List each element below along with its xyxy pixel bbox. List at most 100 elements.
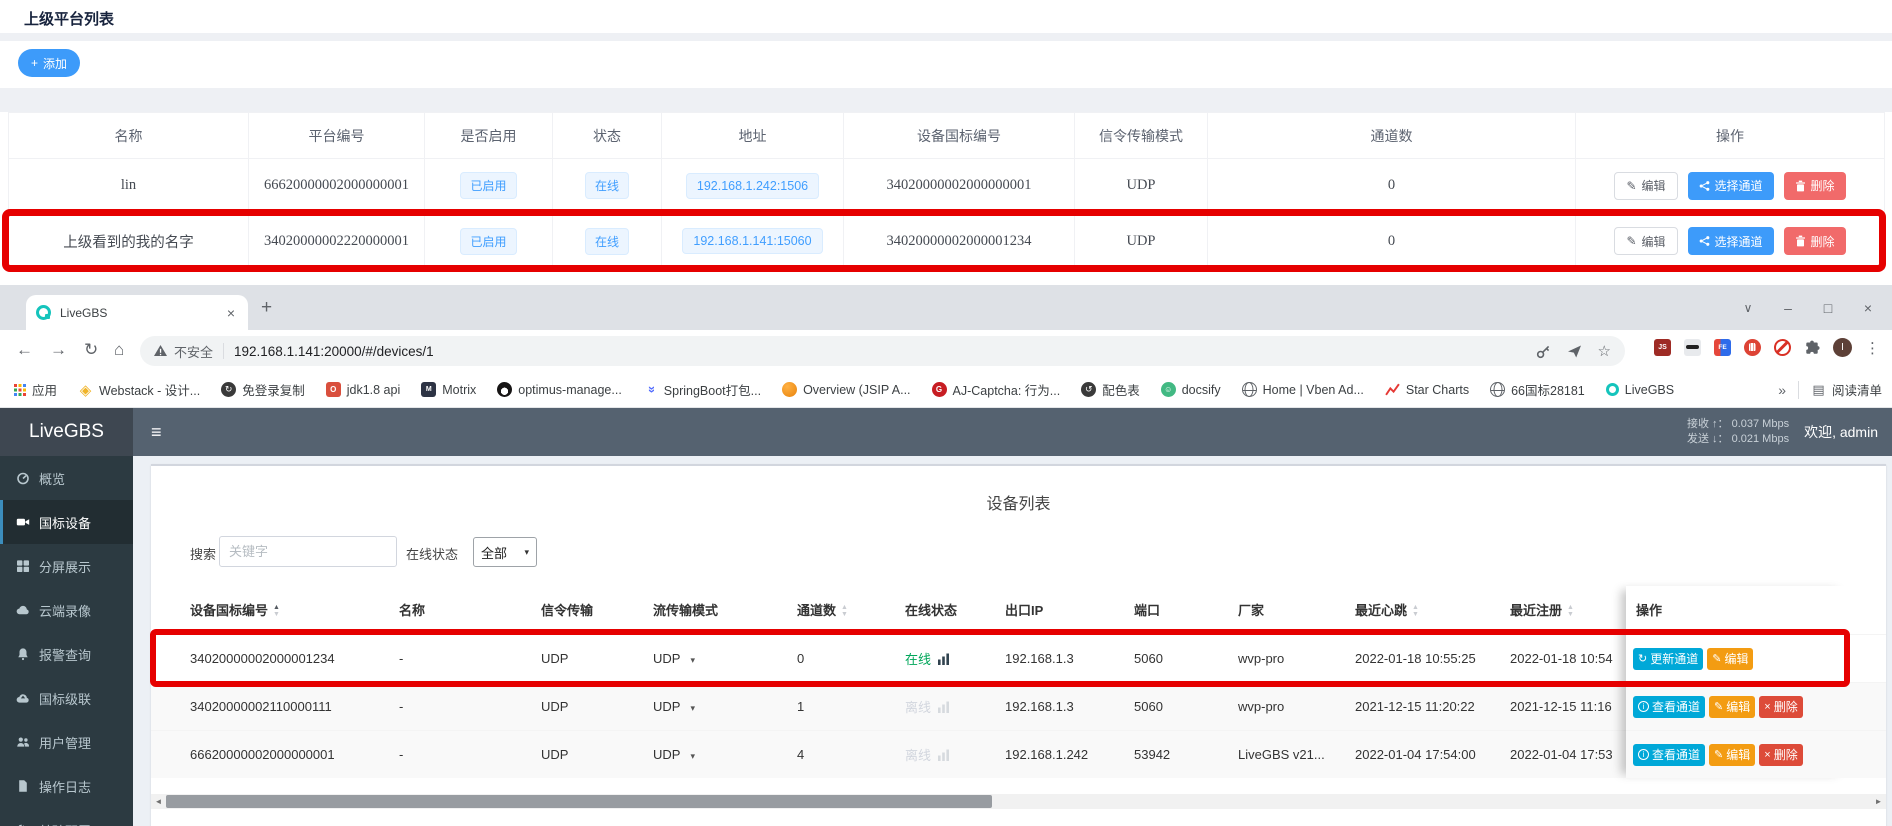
delete-device-button[interactable]: ×删除 bbox=[1759, 696, 1802, 718]
bookmark-jsip[interactable]: Overview (JSIP A... bbox=[782, 382, 910, 397]
bookmarks-right: » ▤阅读清单 bbox=[1768, 372, 1882, 407]
view-channels-button[interactable]: i查看通道 bbox=[1633, 696, 1705, 718]
update-channels-button[interactable]: ↻更新通道 bbox=[1633, 648, 1703, 670]
bookmark-github[interactable]: optimus-manage... bbox=[497, 382, 622, 397]
github-icon bbox=[497, 382, 512, 397]
online-status-select[interactable]: 全部 ▾ bbox=[473, 537, 537, 567]
select-channel-button[interactable]: 选择通道 bbox=[1688, 172, 1774, 200]
sort-down-icon: ▼ bbox=[273, 612, 280, 619]
edit-button[interactable]: ✎ 编辑 bbox=[1614, 227, 1677, 255]
sidebar-item-basic-config[interactable]: 基础配置 bbox=[0, 808, 133, 826]
add-platform-button[interactable]: + 添加 bbox=[18, 49, 80, 77]
col-actions: 操作 bbox=[1626, 586, 1850, 634]
close-icon: × bbox=[1764, 749, 1770, 761]
sidebar-item-alarm-query[interactable]: 报警查询 bbox=[0, 632, 133, 676]
globe-icon bbox=[1242, 382, 1257, 397]
bookmark-webstack[interactable]: ◈Webstack - 设计... bbox=[78, 380, 200, 399]
bell-icon bbox=[16, 647, 30, 661]
address-bar[interactable]: 不安全 192.168.1.141:20000/#/devices/1 ☆ bbox=[140, 336, 1625, 366]
col-heartbeat[interactable]: 最近心跳▲▼ bbox=[1347, 586, 1502, 634]
col-name: 名称 bbox=[9, 113, 249, 159]
bookmark-apps[interactable]: 应用 bbox=[14, 380, 57, 399]
welcome-user[interactable]: 欢迎, admin bbox=[1804, 422, 1878, 442]
chevron-down-icon: ▾ bbox=[524, 547, 529, 558]
bookmark-springboot[interactable]: «SpringBoot打包... bbox=[643, 380, 761, 399]
minimize-icon[interactable]: – bbox=[1768, 300, 1808, 316]
back-icon[interactable]: ← bbox=[16, 340, 33, 360]
sidebar-toggle-icon[interactable]: ≡ bbox=[151, 422, 162, 443]
home-icon[interactable]: ⌂ bbox=[114, 340, 124, 360]
reading-list-icon: ▤ bbox=[1811, 382, 1826, 397]
sidebar-item-user-management[interactable]: 用户管理 bbox=[0, 720, 133, 764]
sphere-icon bbox=[782, 382, 797, 397]
search-input[interactable] bbox=[219, 536, 397, 567]
delete-button[interactable]: 删除 bbox=[1784, 172, 1846, 200]
adblock-hand-extension-icon[interactable] bbox=[1744, 339, 1761, 356]
edit-device-button[interactable]: ✎编辑 bbox=[1709, 696, 1755, 718]
send-icon[interactable] bbox=[1567, 344, 1582, 358]
scroll-left-icon[interactable]: ◄ bbox=[151, 794, 166, 809]
stream-mode-dropdown[interactable]: UDP▾ bbox=[645, 634, 789, 682]
bookmark-palette[interactable]: ↺配色表 bbox=[1081, 380, 1140, 399]
col-gb-id[interactable]: 设备国标编号▲▼ bbox=[151, 586, 391, 634]
scroll-right-icon[interactable]: ► bbox=[1871, 794, 1886, 809]
bookmark-ajcaptcha[interactable]: GAJ-Captcha: 行为... bbox=[932, 380, 1061, 399]
bookmark-docsify[interactable]: ☺docsify bbox=[1161, 382, 1221, 397]
traffic-chart-icon bbox=[938, 701, 950, 713]
maximize-icon[interactable]: □ bbox=[1808, 300, 1848, 316]
col-channels[interactable]: 通道数▲▼ bbox=[789, 586, 897, 634]
bookmarks-overflow-icon[interactable]: » bbox=[1778, 382, 1786, 398]
edit-device-button[interactable]: ✎编辑 bbox=[1709, 744, 1755, 766]
edit-button[interactable]: ✎ 编辑 bbox=[1614, 172, 1677, 200]
apps-grid-icon bbox=[14, 384, 26, 396]
sidebar-item-cloud-recording[interactable]: 云端录像 bbox=[0, 588, 133, 632]
horizontal-scrollbar[interactable]: ◄ ► bbox=[151, 794, 1886, 809]
browser-menu-icon[interactable]: ⋮ bbox=[1865, 339, 1880, 357]
view-channels-button[interactable]: i查看通道 bbox=[1633, 744, 1705, 766]
bookmark-gb28181[interactable]: 66国标28181 bbox=[1490, 380, 1585, 399]
sidebar-item-split-screen[interactable]: 分屏展示 bbox=[0, 544, 133, 588]
divider bbox=[0, 33, 1892, 41]
fe-extension-icon[interactable]: FE bbox=[1714, 339, 1731, 356]
sidebar-item-gb-devices[interactable]: 国标设备 bbox=[0, 500, 133, 544]
select-channel-button[interactable]: 选择通道 bbox=[1688, 227, 1774, 255]
app-logo[interactable]: LiveGBS bbox=[0, 408, 133, 456]
scrollbar-thumb[interactable] bbox=[166, 795, 992, 808]
delete-device-button[interactable]: ×删除 bbox=[1759, 744, 1802, 766]
bookmark-copy[interactable]: ↻免登录复制 bbox=[221, 380, 305, 399]
profile-avatar[interactable]: I bbox=[1833, 338, 1852, 357]
sidebar-item-overview[interactable]: 概览 bbox=[0, 456, 133, 500]
bookmark-vben[interactable]: Home | Vben Ad... bbox=[1242, 382, 1364, 397]
blocker-extension-icon[interactable] bbox=[1774, 339, 1791, 356]
share-icon bbox=[1699, 235, 1710, 247]
bookmark-motrix[interactable]: MMotrix bbox=[421, 382, 476, 397]
incognito-extension-icon[interactable] bbox=[1684, 339, 1701, 356]
new-tab-button[interactable]: + bbox=[261, 297, 272, 319]
reading-list-button[interactable]: ▤阅读清单 bbox=[1811, 380, 1882, 399]
traffic-chart-icon[interactable] bbox=[938, 653, 950, 665]
js-extension-icon[interactable]: JS bbox=[1654, 339, 1671, 356]
edit-device-button[interactable]: ✎编辑 bbox=[1707, 648, 1753, 670]
col-registered[interactable]: 最近注册▲▼ bbox=[1502, 586, 1618, 634]
sidebar-item-operation-log[interactable]: 操作日志 bbox=[0, 764, 133, 808]
sort-down-icon: ▼ bbox=[841, 612, 848, 619]
bookmark-jdk[interactable]: Ojdk1.8 api bbox=[326, 382, 401, 397]
tab-search-icon[interactable]: ∨ bbox=[1728, 301, 1768, 315]
tab-close-icon[interactable]: × bbox=[224, 305, 238, 321]
globe-icon bbox=[1490, 382, 1505, 397]
sidebar-item-gb-cascade[interactable]: 国标级联 bbox=[0, 676, 133, 720]
puzzle-extensions-icon[interactable] bbox=[1804, 340, 1820, 356]
forward-icon[interactable]: → bbox=[50, 340, 67, 360]
webstack-icon: ◈ bbox=[78, 382, 93, 397]
stream-mode-dropdown[interactable]: UDP▾ bbox=[645, 730, 789, 778]
bookmark-star-icon[interactable]: ☆ bbox=[1598, 342, 1611, 360]
reload-icon[interactable]: ↻ bbox=[84, 340, 98, 360]
bookmark-livegbs[interactable]: LiveGBS bbox=[1606, 383, 1674, 397]
close-icon[interactable]: × bbox=[1848, 300, 1888, 316]
actions-column: 操作 ↻更新通道 ✎编辑 i查看通道 ✎编辑 ×删除 i查 bbox=[1626, 586, 1850, 778]
stream-mode-dropdown[interactable]: UDP▾ bbox=[645, 682, 789, 730]
delete-button[interactable]: 删除 bbox=[1784, 227, 1846, 255]
browser-tab[interactable]: LiveGBS × bbox=[26, 295, 248, 330]
key-icon[interactable] bbox=[1536, 344, 1551, 359]
bookmark-starcharts[interactable]: Star Charts bbox=[1385, 382, 1469, 397]
